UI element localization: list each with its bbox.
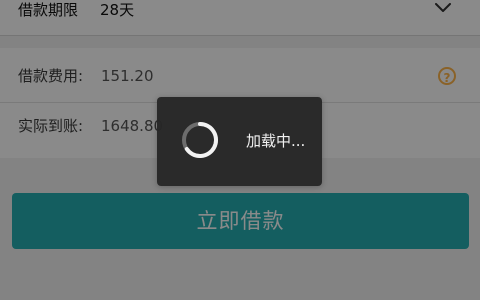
loading-dialog: 加载中... bbox=[157, 97, 322, 186]
loading-spinner-icon bbox=[182, 122, 218, 158]
loading-text: 加载中... bbox=[246, 132, 306, 150]
